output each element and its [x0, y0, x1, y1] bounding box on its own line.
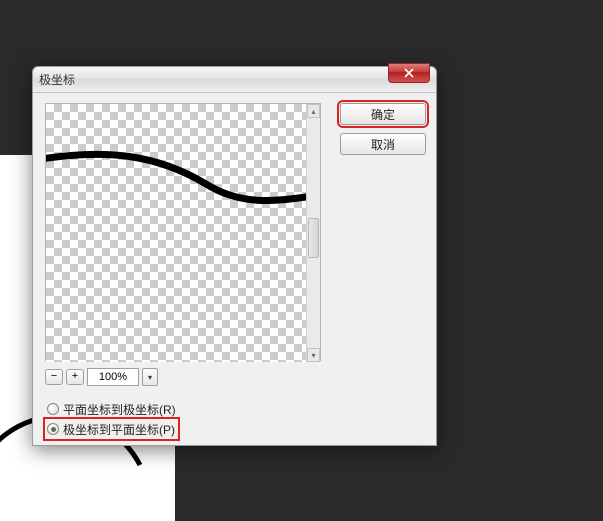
zoom-out-button[interactable]: − — [45, 369, 63, 385]
radio-rect-to-polar[interactable] — [47, 403, 59, 415]
zoom-input[interactable] — [87, 368, 139, 386]
zoom-dropdown[interactable]: ▾ — [142, 368, 158, 386]
vertical-scrollbar[interactable]: ▴ ▾ — [306, 104, 320, 362]
zoom-controls: − + ▾ — [45, 367, 158, 387]
scroll-thumb[interactable] — [308, 218, 319, 258]
cancel-button[interactable]: 取消 — [340, 133, 426, 155]
option-rect-to-polar[interactable]: 平面坐标到极坐标(R) — [45, 399, 178, 419]
radio-label: 极坐标到平面坐标(P) — [63, 421, 175, 438]
polar-coordinates-dialog: 极坐标 ▴ ▾ − + — [32, 66, 437, 446]
coordinate-options: 平面坐标到极坐标(R) 极坐标到平面坐标(P) — [45, 399, 178, 439]
preview-stroke — [46, 144, 308, 224]
dialog-body: ▴ ▾ − + ▾ 平面坐标到极坐标(R) 极坐标到平面坐标(P) — [33, 93, 436, 445]
scroll-up-button[interactable]: ▴ — [307, 104, 320, 118]
close-icon — [404, 68, 414, 78]
radio-polar-to-rect[interactable] — [47, 423, 59, 435]
transparency-checker — [46, 104, 308, 362]
preview-area: ▴ ▾ — [45, 103, 321, 361]
preview-viewport[interactable] — [46, 104, 308, 362]
ok-button[interactable]: 确定 — [340, 103, 426, 125]
zoom-in-button[interactable]: + — [66, 369, 84, 385]
option-polar-to-rect[interactable]: 极坐标到平面坐标(P) — [45, 419, 178, 439]
dialog-titlebar[interactable]: 极坐标 — [33, 67, 436, 93]
dialog-buttons: 确定 取消 — [340, 103, 426, 155]
scroll-down-button[interactable]: ▾ — [307, 348, 320, 362]
close-button[interactable] — [388, 63, 430, 83]
dialog-title: 极坐标 — [39, 71, 75, 88]
scroll-track[interactable] — [307, 118, 320, 348]
radio-label: 平面坐标到极坐标(R) — [63, 401, 176, 418]
